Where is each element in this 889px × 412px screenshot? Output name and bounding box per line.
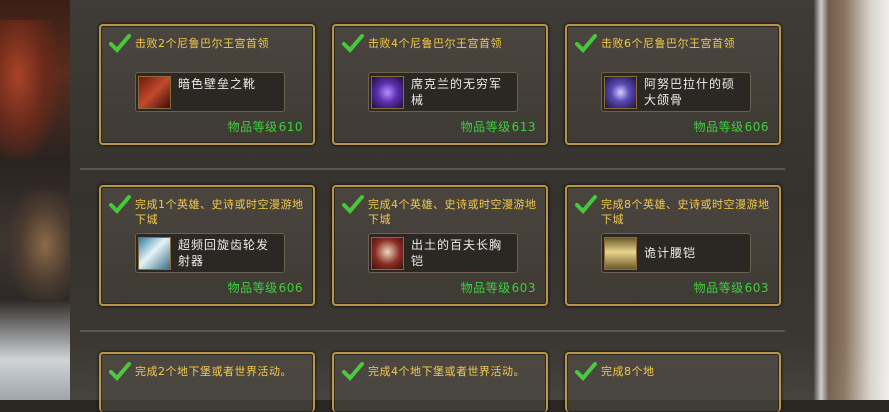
item-level-value: 603 [744, 281, 769, 295]
item-level-value: 606 [278, 281, 303, 295]
check-icon [342, 362, 364, 381]
reward-card-dungeon-3[interactable]: 完成8个英雄、史诗或时空漫游地下城 诡计腰铠 物品等级603 [565, 185, 781, 306]
card-requirement: 击败2个尼鲁巴尔王宫首领 [135, 37, 269, 50]
item-level: 物品等级606 [694, 118, 769, 135]
card-requirement: 击败4个尼鲁巴尔王宫首领 [368, 37, 502, 50]
reward-card-raid-3[interactable]: 击败6个尼鲁巴尔王宫首领 阿努巴拉什的硕大颌骨 物品等级606 [565, 24, 781, 145]
raid-artwork [0, 20, 60, 160]
item-level-label: 物品等级 [693, 281, 744, 295]
reward-card-dungeon-1[interactable]: 完成1个英雄、史诗或时空漫游地下城 超频回旋齿轮发射器 物品等级606 [99, 185, 315, 306]
chestplate-icon [371, 237, 404, 270]
reward-card-world-1[interactable]: 完成2个地下堡或者世界活动。 [99, 352, 315, 412]
reward-card-raid-1[interactable]: 击败2个尼鲁巴尔王宫首领 暗色壁垒之靴 物品等级610 [99, 24, 315, 145]
spider-mandible-icon [604, 76, 637, 109]
check-icon [575, 34, 597, 53]
reward-item[interactable]: 诡计腰铠 [601, 233, 751, 273]
item-name: 席克兰的无穷军械 [411, 77, 503, 107]
gear-launcher-icon [138, 237, 171, 270]
item-level: 物品等级603 [694, 279, 769, 296]
card-requirement: 完成8个地 [601, 365, 655, 378]
item-level-label: 物品等级 [693, 120, 744, 134]
item-level-label: 物品等级 [227, 120, 278, 134]
check-icon [575, 362, 597, 381]
item-name: 暗色壁垒之靴 [178, 77, 257, 91]
item-level: 物品等级610 [228, 118, 303, 135]
check-icon [575, 195, 597, 214]
reward-card-world-2[interactable]: 完成4个地下堡或者世界活动。 [332, 352, 548, 412]
row-divider [80, 330, 785, 332]
card-requirement: 完成4个地下堡或者世界活动。 [368, 365, 525, 378]
check-icon [109, 195, 131, 214]
check-icon [342, 34, 364, 53]
item-level: 物品等级603 [461, 279, 536, 296]
card-requirement: 完成2个地下堡或者世界活动。 [135, 365, 292, 378]
item-name: 阿努巴拉什的硕大颌骨 [644, 77, 736, 107]
reward-item[interactable]: 阿努巴拉什的硕大颌骨 [601, 72, 751, 112]
item-level-value: 610 [278, 120, 303, 134]
item-level: 物品等级606 [228, 279, 303, 296]
item-level-label: 物品等级 [227, 281, 278, 295]
card-requirement: 击败6个尼鲁巴尔王宫首领 [601, 37, 735, 50]
check-icon [109, 34, 131, 53]
item-name: 诡计腰铠 [644, 246, 697, 260]
reward-card-raid-2[interactable]: 击败4个尼鲁巴尔王宫首领 席克兰的无穷军械 物品等级613 [332, 24, 548, 145]
reward-item[interactable]: 超频回旋齿轮发射器 [135, 233, 285, 273]
scrollbar[interactable] [814, 0, 828, 400]
item-level: 物品等级613 [461, 118, 536, 135]
belt-icon [604, 237, 637, 270]
item-name: 出土的百夫长胸铠 [411, 238, 503, 268]
item-level-label: 物品等级 [460, 281, 511, 295]
reward-card-world-3[interactable]: 完成8个地 [565, 352, 781, 412]
reward-item[interactable]: 席克兰的无穷军械 [368, 72, 518, 112]
boots-icon [138, 76, 171, 109]
card-requirement: 完成8个英雄、史诗或时空漫游地下城 [601, 198, 770, 226]
item-level-label: 物品等级 [460, 120, 511, 134]
reward-card-dungeon-2[interactable]: 完成4个英雄、史诗或时空漫游地下城 出土的百夫长胸铠 物品等级603 [332, 185, 548, 306]
card-requirement: 完成1个英雄、史诗或时空漫游地下城 [135, 198, 304, 226]
reward-item[interactable]: 暗色壁垒之靴 [135, 72, 285, 112]
check-icon [109, 362, 131, 381]
item-name: 超频回旋齿轮发射器 [178, 238, 270, 268]
card-requirement: 完成4个英雄、史诗或时空漫游地下城 [368, 198, 537, 226]
row-divider [80, 168, 785, 170]
item-level-value: 613 [511, 120, 536, 134]
reward-item[interactable]: 出土的百夫长胸铠 [368, 233, 518, 273]
void-weapon-icon [371, 76, 404, 109]
check-icon [342, 195, 364, 214]
item-level-value: 603 [511, 281, 536, 295]
item-level-value: 606 [744, 120, 769, 134]
